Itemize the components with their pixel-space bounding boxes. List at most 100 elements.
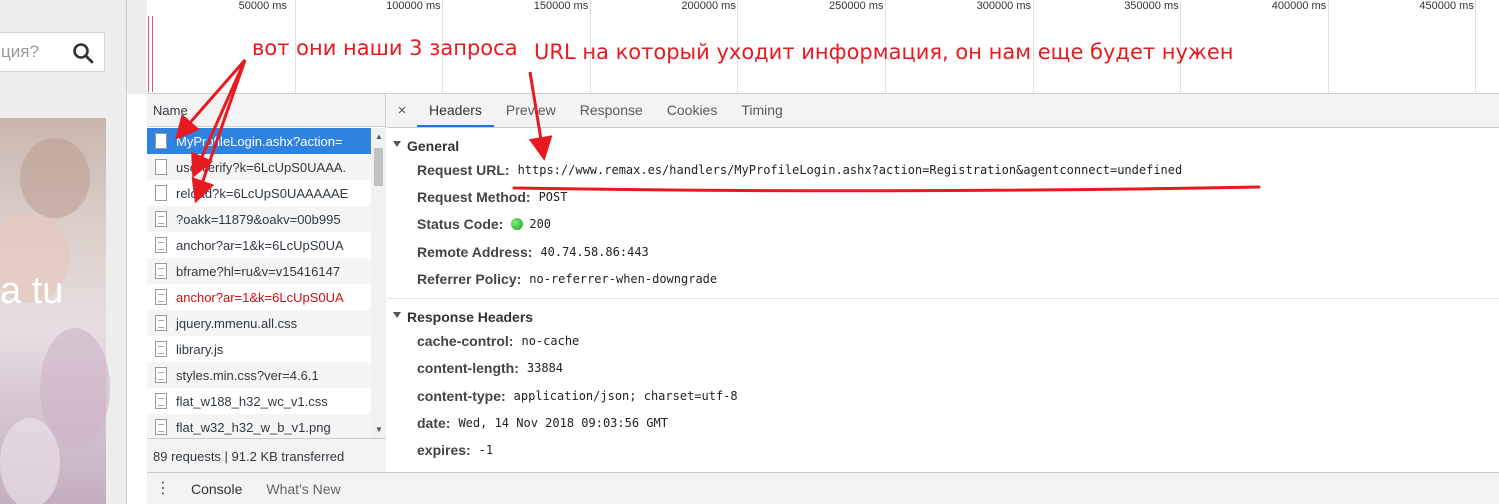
- tab-headers[interactable]: Headers: [417, 94, 494, 127]
- response-headers-toggle[interactable]: Response Headers: [387, 299, 1499, 327]
- request-list-panel: Name MyProfileLogin.ashx?action= userveri…: [147, 94, 386, 472]
- tab-timing[interactable]: Timing: [729, 94, 795, 127]
- request-details-panel: × Headers Preview Response Cookies Timing Ge…: [387, 94, 1499, 472]
- timeline-tick-label: 100000 ms: [386, 0, 441, 12]
- header-value: https://www.remax.es/handlers/MyProfileL…: [517, 162, 1183, 177]
- timeline-gridline: [442, 0, 444, 94]
- file-icon: [155, 341, 167, 357]
- request-name: anchor?ar=1&k=6LcUpS0UA: [176, 237, 344, 253]
- header-key: Status Code:: [417, 216, 504, 233]
- file-icon: [155, 367, 167, 383]
- request-name: bframe?hl=ru&v=v15416147: [176, 263, 341, 279]
- header-value: no-referrer-when-downgrade: [529, 271, 718, 286]
- file-icon: [155, 237, 167, 253]
- request-row[interactable]: styles.min.css?ver=4.6.1: [147, 362, 371, 388]
- hero-photo: a tu: [0, 118, 110, 504]
- drawer-tab-console[interactable]: Console: [179, 481, 254, 497]
- header-key: date:: [417, 415, 451, 432]
- close-icon[interactable]: ×: [387, 94, 417, 127]
- scroll-up-icon[interactable]: ▲: [375, 132, 383, 141]
- request-list-scrollbar[interactable]: ▲ ▼: [371, 128, 386, 438]
- network-overview-timeline[interactable]: 50000 ms 100000 ms 150000 ms 200000 ms 25000…: [127, 0, 1499, 94]
- request-row[interactable]: flat_w32_h32_w_b_v1.png: [147, 414, 371, 438]
- request-name: styles.min.css?ver=4.6.1: [176, 367, 319, 383]
- header-value: POST: [538, 189, 568, 204]
- timeline-gridline: [737, 0, 739, 94]
- timeline-gridline: [1180, 0, 1182, 94]
- tab-response[interactable]: Response: [568, 94, 655, 127]
- hero-text: a tu: [0, 270, 64, 312]
- request-row[interactable]: anchor?ar=1&k=6LcUpS0UA: [147, 284, 371, 310]
- request-row[interactable]: MyProfileLogin.ashx?action=: [147, 128, 371, 154]
- request-name: jquery.mmenu.all.css: [176, 315, 298, 331]
- timeline-request-marks: [148, 16, 153, 92]
- header-value: no-cache: [521, 334, 580, 349]
- site-search-placeholder: ция?: [1, 42, 39, 61]
- site-search-box[interactable]: ция?: [0, 32, 105, 72]
- header-row: Status Code: 200: [387, 211, 1499, 238]
- header-value: -1: [478, 443, 494, 458]
- header-row: Referrer Policy: no-referrer-when-downgra…: [387, 265, 1499, 292]
- triangle-down-icon: [393, 141, 401, 147]
- request-row[interactable]: userverify?k=6LcUpS0UAAA.: [147, 154, 371, 180]
- request-name: flat_w32_h32_w_b_v1.png: [176, 419, 331, 435]
- header-value: 200: [529, 217, 552, 232]
- more-options-icon[interactable]: ⋮: [147, 480, 179, 497]
- timeline-tick-label: 200000 ms: [681, 0, 736, 12]
- file-icon: [155, 393, 167, 409]
- file-icon: [155, 315, 167, 331]
- general-items: Request URL: https://www.remax.es/handler…: [387, 156, 1499, 292]
- header-key: expires:: [417, 442, 471, 459]
- request-row[interactable]: reload?k=6LcUpS0UAAAAAE: [147, 180, 371, 206]
- request-name: anchor?ar=1&k=6LcUpS0UA: [176, 289, 344, 305]
- header-value: 40.74.58.86:443: [540, 244, 649, 259]
- file-icon: [155, 211, 167, 227]
- name-column-header[interactable]: Name: [147, 94, 385, 127]
- website-background: ция? a tu: [0, 0, 126, 504]
- header-value: application/json; charset=utf-8: [513, 388, 738, 403]
- file-icon: [155, 159, 167, 175]
- timeline-tick-label: 350000 ms: [1124, 0, 1179, 12]
- request-list: MyProfileLogin.ashx?action= userverify?k=…: [147, 128, 371, 438]
- response-header-items: cache-control: no-cache content-length: 338…: [387, 327, 1499, 463]
- file-icon: [155, 133, 167, 149]
- timeline-gridline: [1475, 0, 1477, 94]
- tab-cookies[interactable]: Cookies: [655, 94, 730, 127]
- scroll-down-icon[interactable]: ▼: [375, 425, 383, 434]
- tab-preview[interactable]: Preview: [494, 94, 568, 127]
- timeline-gridline: [1032, 0, 1034, 94]
- request-row[interactable]: ?oakk=11879&oakv=00b995: [147, 206, 371, 232]
- general-section-toggle[interactable]: General: [387, 128, 1499, 156]
- header-key: Request Method:: [417, 188, 531, 205]
- header-row: content-length: 33884: [387, 355, 1499, 382]
- drawer-tabbar: ⋮ Console What's New: [147, 472, 1499, 504]
- header-key: Request URL:: [417, 161, 510, 178]
- devtools-panel: 50000 ms 100000 ms 150000 ms 200000 ms 25000…: [126, 0, 1499, 504]
- timeline-tick-label: 150000 ms: [533, 0, 589, 12]
- file-icon: [155, 289, 167, 305]
- request-row[interactable]: bframe?hl=ru&v=v15416147: [147, 258, 371, 284]
- timeline-left-strip: [127, 0, 147, 94]
- drawer-tab-what-s-new[interactable]: What's New: [254, 481, 352, 497]
- timeline-tick-label: 450000 ms: [1419, 0, 1474, 12]
- header-value: 33884: [526, 361, 563, 376]
- request-row[interactable]: anchor?ar=1&k=6LcUpS0UA: [147, 232, 371, 258]
- header-row: date: Wed, 14 Nov 2018 09:03:56 GMT: [387, 409, 1499, 436]
- file-icon: [155, 419, 167, 435]
- timeline-tick-label: 300000 ms: [976, 0, 1032, 12]
- request-name: MyProfileLogin.ashx?action=: [176, 133, 343, 149]
- general-section: General Request URL: https://www.remax.es…: [387, 128, 1499, 300]
- header-row: Request URL: https://www.remax.es/handler…: [387, 156, 1499, 183]
- search-icon[interactable]: [71, 41, 95, 65]
- timeline-tick-label: 250000 ms: [829, 0, 884, 12]
- timeline-tick-label: 400000 ms: [1271, 0, 1327, 12]
- request-row[interactable]: jquery.mmenu.all.css: [147, 310, 371, 336]
- scrollbar-thumb[interactable]: [374, 148, 383, 186]
- header-key: Remote Address:: [417, 243, 533, 260]
- response-headers-title: Response Headers: [407, 309, 534, 326]
- triangle-down-icon: [393, 312, 401, 319]
- header-key: cache-control:: [417, 333, 514, 350]
- request-row[interactable]: library.js: [147, 336, 371, 362]
- request-row[interactable]: flat_w188_h32_wc_v1.css: [147, 388, 371, 414]
- header-value: Wed, 14 Nov 2018 09:03:56 GMT: [458, 416, 668, 431]
